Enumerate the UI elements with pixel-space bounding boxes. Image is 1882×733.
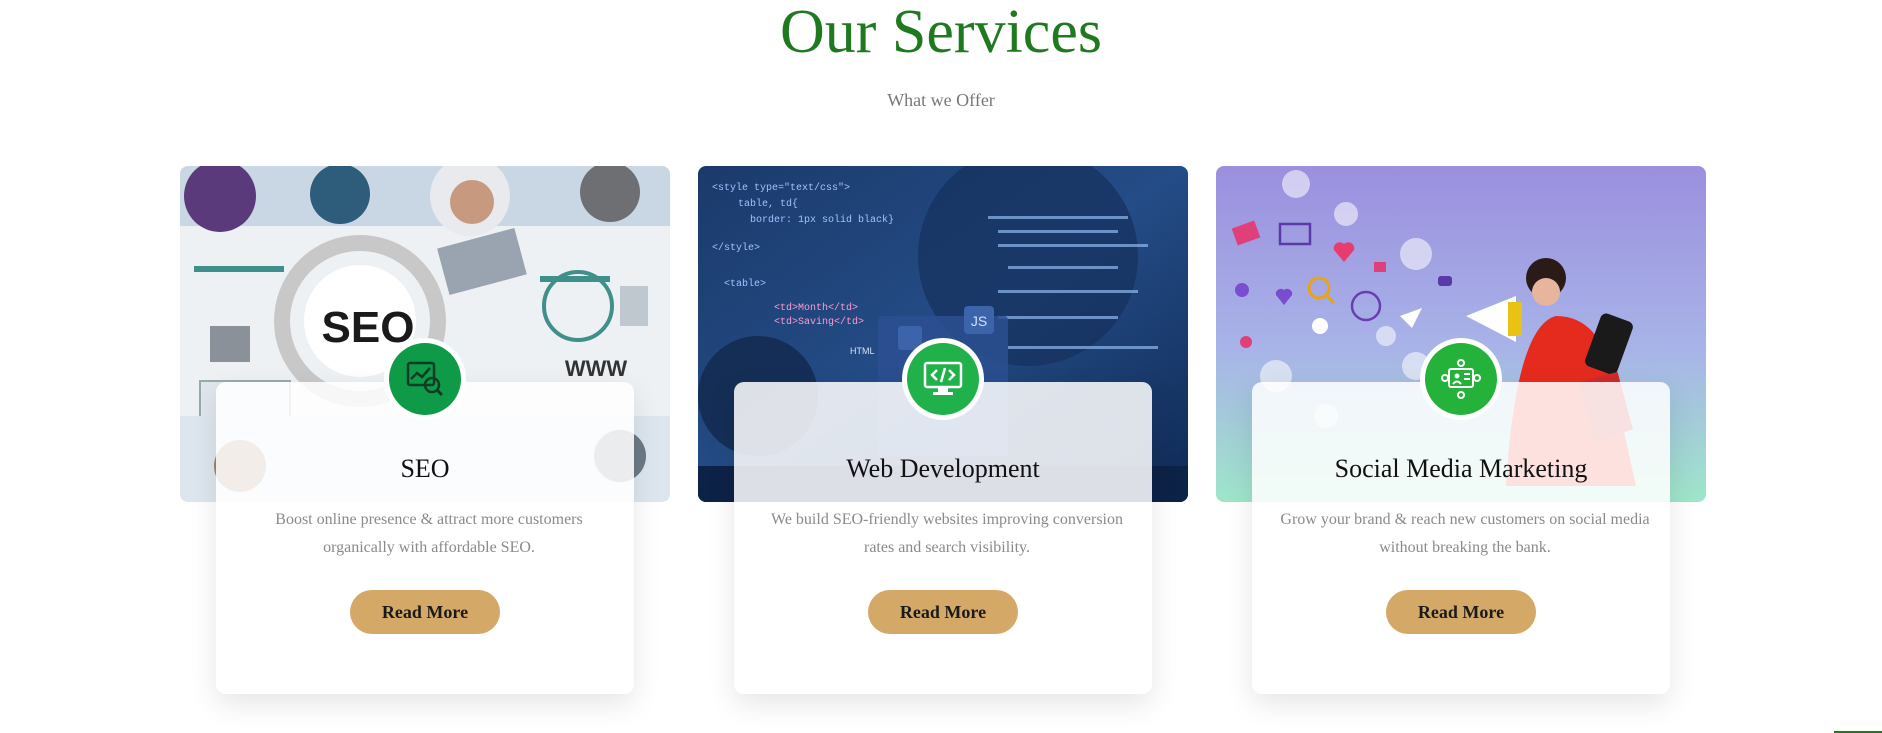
section-subtitle: What we Offer xyxy=(887,90,995,110)
service-card-seo: SEO WWW SEO Boost online presence & attr… xyxy=(180,166,670,694)
code-line-7: <td>Saving</td> xyxy=(774,316,864,328)
seo-title: SEO xyxy=(400,454,450,483)
web-development-icon-badge xyxy=(902,338,984,420)
service-card-web-development: <style type="text/css"> table, td{ borde… xyxy=(698,166,1188,694)
code-line-1: <style type="text/css"> xyxy=(712,182,850,194)
seo-description: Boost online presence & attract more cus… xyxy=(275,511,583,556)
seo-read-more-button[interactable]: Read More xyxy=(350,590,500,634)
code-monitor-icon xyxy=(923,361,963,395)
seo-chart-magnifier-icon xyxy=(406,361,444,397)
web-development-description: We build SEO-friendly websites improving… xyxy=(771,511,1123,556)
html-image-text: HTML xyxy=(850,346,875,356)
www-image-text: WWW xyxy=(565,356,628,381)
social-media-description: Grow your brand & reach new customers on… xyxy=(1280,511,1650,556)
code-line-2: table, td{ xyxy=(738,198,798,210)
seo-icon-badge xyxy=(384,338,466,420)
code-line-3: border: 1px solid black} xyxy=(750,214,894,226)
web-development-title: Web Development xyxy=(846,454,1040,483)
social-network-icon xyxy=(1441,359,1481,399)
web-development-read-more-button[interactable]: Read More xyxy=(868,590,1018,634)
code-line-4: </style> xyxy=(712,242,760,254)
js-image-text: JS xyxy=(971,313,987,329)
code-line-6: <td>Month</td> xyxy=(774,302,858,314)
social-media-read-more-button[interactable]: Read More xyxy=(1386,590,1536,634)
service-card-social-media-marketing: Social Media Marketing Grow your brand &… xyxy=(1216,166,1706,694)
social-media-icon-badge xyxy=(1420,338,1502,420)
code-line-5: <table> xyxy=(724,278,766,290)
social-media-title: Social Media Marketing xyxy=(1334,454,1588,483)
section-title: Our Services xyxy=(780,0,1102,66)
